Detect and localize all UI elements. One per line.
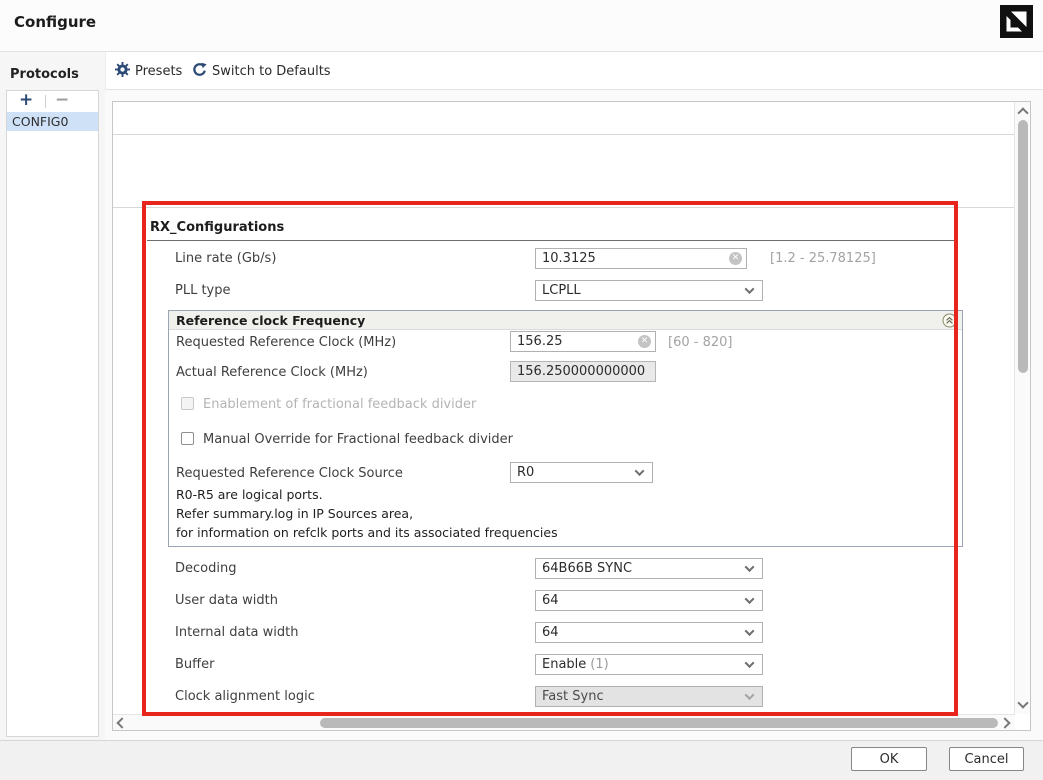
clock-alignment-label: Clock alignment logic	[175, 689, 315, 704]
note-line: Refer summary.log in IP Sources area,	[176, 504, 558, 523]
ref-clock-note: R0-R5 are logical ports. Refer summary.l…	[176, 485, 558, 542]
chevron-down-icon	[635, 466, 645, 476]
decoding-value: 64B66B SYNC	[542, 561, 632, 576]
line-rate-input-wrap: ✕	[535, 248, 747, 269]
add-protocol-button[interactable]: +	[19, 90, 33, 111]
ref-clock-source-value: R0	[517, 465, 534, 480]
switch-to-defaults-label: Switch to Defaults	[212, 64, 331, 79]
content-area: RX_Configurations Line rate (Gb/s) ✕ [1.…	[105, 90, 1043, 740]
frac-divider-label: Enablement of fractional feedback divide…	[203, 397, 476, 412]
user-data-width-select[interactable]: 64	[535, 590, 763, 611]
decoding-select[interactable]: 64B66B SYNC	[535, 558, 763, 579]
actual-ref-clock-field: 156.250000000000	[510, 361, 656, 382]
protocols-panel: + − CONFIG0	[6, 90, 99, 737]
buffer-select[interactable]: Enable(1)	[535, 654, 763, 675]
pll-type-value: LCPLL	[542, 283, 581, 298]
cancel-button[interactable]: Cancel	[949, 747, 1024, 771]
internal-data-width-label: Internal data width	[175, 625, 298, 640]
gear-icon	[115, 62, 130, 81]
protocols-sidebar: Protocols + − CONFIG0	[0, 52, 105, 740]
user-data-width-value: 64	[542, 593, 559, 608]
internal-data-width-value: 64	[542, 625, 559, 640]
reference-clock-panel: Reference clock Frequency Requested Refe…	[168, 310, 963, 547]
requested-ref-clock-input-wrap: ✕	[510, 331, 656, 352]
line-rate-range: [1.2 - 25.78125]	[770, 251, 876, 266]
configure-dialog: Configure Protocols + − CONFIG0	[0, 0, 1043, 780]
line-rate-label: Line rate (Gb/s)	[175, 251, 276, 266]
toolbar: Presets Switch to Defaults	[105, 52, 1043, 90]
manual-override-checkbox[interactable]	[181, 432, 194, 445]
actual-ref-clock-label: Actual Reference Clock (MHz)	[176, 365, 368, 380]
vertical-scrollbar[interactable]	[1014, 102, 1030, 714]
rx-configurations-title: RX_Configurations	[150, 220, 284, 235]
buffer-value: Enable(1)	[542, 657, 609, 672]
sidebar-item-config0[interactable]: CONFIG0	[7, 112, 98, 131]
scroll-left-icon[interactable]	[116, 717, 127, 728]
presets-label: Presets	[135, 64, 182, 79]
requested-ref-clock-range: [60 - 820]	[668, 335, 732, 350]
pll-type-select[interactable]: LCPLL	[535, 280, 763, 301]
toolbar-divider	[45, 95, 46, 108]
reference-clock-header: Reference clock Frequency	[169, 311, 962, 330]
chevron-down-icon	[745, 284, 755, 294]
protocols-title: Protocols	[10, 67, 79, 82]
footer-bar: OK Cancel	[0, 740, 1043, 780]
ref-clock-source-label: Requested Reference Clock Source	[176, 466, 403, 481]
pll-type-label: PLL type	[175, 283, 231, 298]
user-data-width-label: User data width	[175, 593, 278, 608]
reference-clock-title: Reference clock Frequency	[176, 313, 365, 328]
chevron-down-icon	[745, 690, 755, 700]
collapse-section-icon[interactable]	[942, 313, 957, 328]
chevron-down-icon	[745, 626, 755, 636]
buffer-label: Buffer	[175, 657, 214, 672]
presets-button[interactable]: Presets	[115, 52, 182, 90]
scroll-right-icon[interactable]	[999, 717, 1010, 728]
clear-icon[interactable]: ✕	[638, 335, 651, 348]
requested-ref-clock-label: Requested Reference Clock (MHz)	[176, 335, 396, 350]
horizontal-scrollbar[interactable]	[113, 714, 1015, 730]
note-line: for information on refclk ports and its …	[176, 523, 558, 542]
note-line: R0-R5 are logical ports.	[176, 485, 558, 504]
dialog-title: Configure	[14, 13, 96, 31]
amd-logo-icon	[1000, 5, 1033, 38]
switch-to-defaults-button[interactable]: Switch to Defaults	[192, 52, 331, 90]
manual-override-label: Manual Override for Fractional feedback …	[203, 432, 513, 447]
chevron-down-icon	[745, 594, 755, 604]
ok-button[interactable]: OK	[851, 747, 927, 771]
rx-configurations-underline	[147, 240, 958, 241]
remove-protocol-button[interactable]: −	[55, 90, 69, 111]
titlebar: Configure	[0, 0, 1043, 52]
line-rate-input[interactable]	[542, 251, 729, 266]
horizontal-scrollbar-thumb[interactable]	[320, 718, 998, 728]
decoding-label: Decoding	[175, 561, 236, 576]
vertical-scrollbar-thumb[interactable]	[1018, 120, 1028, 373]
refresh-icon	[192, 62, 207, 81]
ref-clock-source-select[interactable]: R0	[510, 462, 653, 483]
frac-divider-checkbox	[181, 397, 194, 410]
protocols-toolbar: + −	[7, 91, 98, 112]
internal-data-width-select[interactable]: 64	[535, 622, 763, 643]
section-separator	[113, 134, 1014, 135]
chevron-down-icon	[745, 658, 755, 668]
chevron-down-icon	[745, 562, 755, 572]
config-scroll-panel: RX_Configurations Line rate (Gb/s) ✕ [1.…	[112, 101, 1031, 731]
scroll-down-icon[interactable]	[1017, 697, 1028, 708]
buffer-suffix: (1)	[590, 657, 608, 672]
clock-alignment-select: Fast Sync	[535, 686, 763, 707]
clear-icon[interactable]: ✕	[729, 252, 742, 265]
clock-alignment-value: Fast Sync	[542, 689, 604, 704]
section-separator	[113, 207, 1014, 208]
requested-ref-clock-input[interactable]	[517, 334, 638, 349]
scroll-up-icon[interactable]	[1017, 107, 1028, 118]
